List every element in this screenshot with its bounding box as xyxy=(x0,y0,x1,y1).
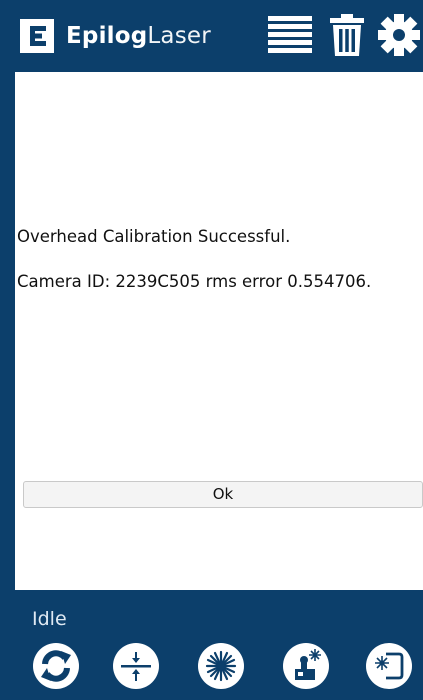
refresh-button[interactable] xyxy=(33,643,79,689)
gear-icon[interactable] xyxy=(378,14,420,56)
laser-icon xyxy=(205,650,237,682)
focus-icon xyxy=(121,652,151,681)
app-window: EpilogLaser Overhead Calibration Success… xyxy=(0,0,423,700)
refresh-icon xyxy=(41,650,71,682)
frame-button[interactable] xyxy=(366,643,412,689)
brand-logo: EpilogLaser xyxy=(20,16,211,56)
camera-id-message: Camera ID: 2239C505 rms error 0.554706. xyxy=(17,272,372,291)
epilog-logo-icon xyxy=(20,19,54,53)
focus-button[interactable] xyxy=(113,643,159,689)
laser-fire-button[interactable] xyxy=(198,643,244,689)
job-list-icon[interactable] xyxy=(268,14,312,56)
machine-status: Idle xyxy=(32,608,67,630)
ok-button[interactable]: Ok xyxy=(23,481,423,508)
footer-bar: Idle xyxy=(0,590,423,700)
brand-name-bold: Epilog xyxy=(66,23,148,49)
calibration-status-message: Overhead Calibration Successful. xyxy=(17,227,291,246)
jog-icon xyxy=(295,649,321,680)
brand-name: EpilogLaser xyxy=(66,23,211,49)
brand-name-light: Laser xyxy=(147,23,211,49)
trash-icon[interactable] xyxy=(330,14,364,56)
calibration-result-panel: Overhead Calibration Successful. Camera … xyxy=(15,72,423,590)
jog-button[interactable] xyxy=(283,643,329,689)
header-bar: EpilogLaser xyxy=(0,0,423,72)
frame-icon xyxy=(375,652,404,680)
